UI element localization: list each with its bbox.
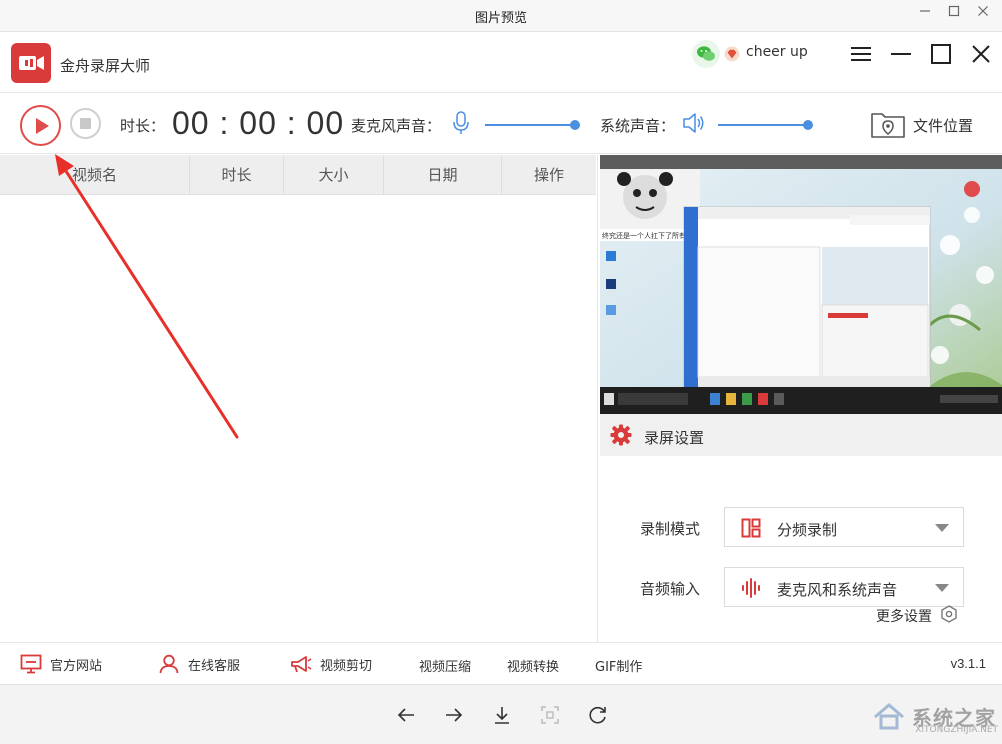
split-layout-icon (741, 518, 761, 538)
app-name: 金舟录屏大师 (60, 57, 151, 75)
house-logo-icon (874, 703, 904, 730)
desktop-preview-image: 终究还是一个人扛下了所有 (600, 155, 1002, 414)
record-settings-title: 录屏设置 (644, 429, 705, 447)
folder-location-button[interactable]: 文件位置 (913, 115, 973, 136)
audio-input-select[interactable]: 麦克风和系统声音 (724, 567, 964, 607)
viewer-minimize-button[interactable] (914, 4, 936, 24)
viewer-bottombar: 系统之家 XITONGZHIJIA.NET (0, 684, 1002, 744)
rotate-image-button[interactable] (586, 703, 610, 727)
video-list-body (0, 195, 596, 642)
screen-preview: 终究还是一个人扛下了所有 (600, 155, 1002, 414)
rotate-icon (589, 706, 606, 724)
fit-screen-button[interactable] (538, 703, 562, 727)
duration-value: 00 : 00 : 00 (172, 105, 345, 141)
app-window: 金舟录屏大师 cheer up 时长： 00: 00: 00 麦克风声音： … (0, 33, 1002, 684)
wechat-login-button[interactable] (692, 40, 720, 68)
wechat-icon (697, 46, 715, 61)
stop-icon (80, 118, 91, 129)
record-mode-label: 录制模式 (640, 520, 701, 538)
arrow-left-icon (397, 708, 414, 722)
maximize-icon (931, 44, 951, 64)
video-cut-link[interactable]: 视频剪切 (290, 654, 372, 674)
column-header-size[interactable]: 大小 (284, 155, 384, 195)
watermark-subtext: XITONGZHIJIA.NET (915, 725, 998, 735)
mic-volume-handle[interactable] (570, 120, 580, 130)
column-header-action: 操作 (533, 166, 564, 184)
close-icon (978, 6, 988, 16)
online-service-label: 在线客服 (188, 658, 241, 674)
audio-input-value: 麦克风和系统声音 (777, 581, 898, 599)
hamburger-menu-icon (851, 47, 871, 61)
chevron-down-icon (935, 524, 949, 532)
record-mode-value: 分频录制 (777, 521, 838, 539)
app-maximize-button[interactable] (930, 43, 952, 65)
record-toolbar: 时长： 00 : 00 : 00 麦克风声音： 系统声音： 文件位置 (0, 94, 1002, 154)
vip-diamond-icon (724, 46, 740, 62)
column-header-name[interactable]: 视频名 (0, 155, 190, 195)
official-site-link[interactable]: 官方网站 (20, 654, 102, 674)
stop-record-button[interactable] (70, 108, 101, 139)
mic-volume-slider[interactable] (485, 120, 580, 130)
close-icon (972, 45, 990, 63)
system-volume-slider[interactable] (718, 120, 813, 130)
app-logo (11, 43, 51, 83)
duration-label: 时长： (120, 117, 166, 135)
audio-input-label: 音频输入 (640, 580, 701, 598)
mic-volume-label: 麦克风声音： (351, 117, 442, 135)
camera-logo-icon (19, 56, 44, 70)
video-compress-link[interactable]: 视频压缩 (419, 656, 471, 675)
gear-icon (610, 424, 632, 446)
viewer-maximize-button[interactable] (943, 4, 965, 24)
record-settings-header: 录屏设置 (600, 414, 1002, 456)
official-site-label: 官方网站 (50, 658, 103, 674)
record-mode-select[interactable]: 分频录制 (724, 507, 964, 547)
more-settings-button[interactable]: 更多设置 (876, 606, 932, 626)
column-header-date[interactable]: 日期 (384, 155, 502, 195)
record-settings-panel: 录屏设置 录制模式 分频录制 音频输入 麦克风和系统声音 更多设置 (600, 414, 1002, 642)
viewer-titlebar: 图片预览 (0, 0, 1002, 32)
preview-caption: 终究还是一个人扛下了所有 (602, 231, 686, 240)
minimize-icon (891, 53, 911, 55)
video-list-panel: 视频名 时长 大小 日期 操作 (0, 155, 598, 642)
start-record-button[interactable] (20, 105, 61, 146)
system-volume-label: 系统声音： (600, 117, 676, 135)
viewer-title: 图片预览 (474, 11, 527, 26)
minimize-icon (920, 10, 930, 12)
gif-make-link[interactable]: GIF制作 (595, 656, 642, 675)
user-name[interactable]: cheer up (746, 44, 808, 60)
video-convert-link[interactable]: 视频转换 (507, 656, 559, 675)
previous-image-button[interactable] (394, 703, 418, 727)
download-icon (495, 707, 509, 724)
app-header: 金舟录屏大师 cheer up (0, 33, 1002, 93)
play-icon (36, 118, 49, 134)
microphone-icon[interactable] (452, 111, 470, 135)
menu-button[interactable] (850, 43, 872, 65)
column-header-duration[interactable]: 时长 (190, 155, 284, 195)
user-service-icon (159, 654, 179, 674)
online-service-link[interactable]: 在线客服 (158, 654, 240, 674)
video-list-header: 视频名 时长 大小 日期 操作 (0, 155, 596, 195)
audio-wave-icon (742, 578, 760, 598)
chevron-down-icon (935, 584, 949, 592)
folder-location-icon[interactable] (870, 108, 906, 140)
app-close-button[interactable] (970, 43, 992, 65)
maximize-icon (948, 5, 960, 17)
megaphone-icon (291, 656, 312, 673)
next-image-button[interactable] (442, 703, 466, 727)
arrow-right-icon (446, 708, 463, 722)
app-footer: 官方网站 在线客服 视频剪切 视频压缩 视频转换 GIF制作 v3.1.1 (0, 642, 1002, 684)
speaker-icon[interactable] (682, 111, 706, 135)
video-cut-label: 视频剪切 (320, 658, 373, 674)
monitor-icon (20, 654, 42, 674)
download-image-button[interactable] (490, 703, 514, 727)
fit-screen-icon (541, 706, 559, 724)
hexagon-settings-icon[interactable] (940, 605, 958, 623)
app-version: v3.1.1 (950, 656, 986, 671)
app-minimize-button[interactable] (890, 43, 912, 65)
system-volume-handle[interactable] (803, 120, 813, 130)
viewer-close-button[interactable] (972, 4, 994, 24)
